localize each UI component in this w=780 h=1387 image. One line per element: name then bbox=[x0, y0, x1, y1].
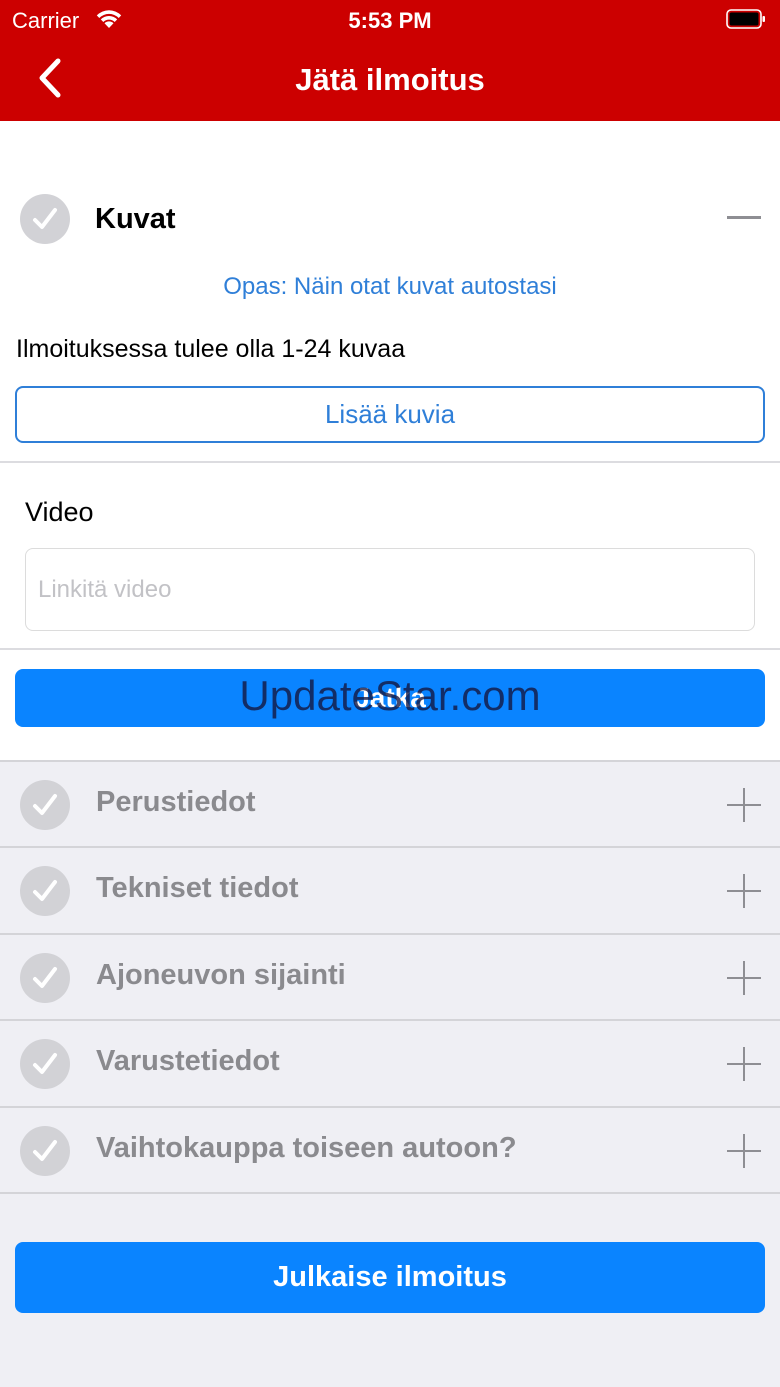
minus-icon[interactable] bbox=[727, 216, 761, 219]
section-row-label: Varustetiedot bbox=[96, 1045, 280, 1077]
divider bbox=[0, 648, 780, 650]
photo-guide-link[interactable]: Opas: Näin otat kuvat autostasi bbox=[0, 273, 780, 301]
section-row-label: Ajoneuvon sijainti bbox=[96, 959, 346, 991]
add-photos-button[interactable]: Lisää kuvia bbox=[15, 386, 765, 443]
video-label: Video bbox=[25, 497, 94, 527]
plus-icon[interactable] bbox=[727, 961, 761, 995]
clock: 5:53 PM bbox=[348, 8, 432, 33]
section-row-label: Perustiedot bbox=[96, 786, 256, 818]
section-row-label: Tekniset tiedot bbox=[96, 872, 299, 904]
divider bbox=[0, 1192, 780, 1194]
video-link-input[interactable] bbox=[25, 548, 755, 631]
divider bbox=[0, 461, 780, 463]
section-row-tekniset-tiedot[interactable]: Tekniset tiedot bbox=[0, 848, 780, 934]
section-row-ajoneuvon-sijainti[interactable]: Ajoneuvon sijainti bbox=[0, 935, 780, 1021]
checkmark-circle-icon bbox=[20, 953, 70, 1003]
status-bar: Carrier 5:53 PM bbox=[0, 0, 780, 40]
photos-section-title: Kuvat bbox=[95, 203, 176, 235]
battery-icon bbox=[726, 9, 765, 29]
publish-button[interactable]: Julkaise ilmoitus bbox=[15, 1242, 765, 1313]
section-row-label: Vaihtokauppa toiseen autoon? bbox=[96, 1132, 517, 1164]
checkmark-circle-icon bbox=[20, 1039, 70, 1089]
plus-icon[interactable] bbox=[727, 1047, 761, 1081]
page-title: Jätä ilmoitus bbox=[295, 62, 485, 97]
continue-button[interactable]: Jatka bbox=[15, 669, 765, 727]
photo-count-hint: Ilmoituksessa tulee olla 1-24 kuvaa bbox=[16, 335, 406, 363]
checkmark-circle-icon bbox=[20, 780, 70, 830]
plus-icon[interactable] bbox=[727, 1134, 761, 1168]
section-row-varustetiedot[interactable]: Varustetiedot bbox=[0, 1021, 780, 1107]
checkmark-circle-icon bbox=[20, 1126, 70, 1176]
plus-icon[interactable] bbox=[727, 874, 761, 908]
plus-icon[interactable] bbox=[727, 788, 761, 822]
checkmark-circle-icon bbox=[20, 866, 70, 916]
navigation-header: Carrier 5:53 PM Jätä ilmoitus bbox=[0, 0, 780, 121]
section-row-perustiedot[interactable]: Perustiedot bbox=[0, 762, 780, 848]
checkmark-circle-icon bbox=[20, 194, 70, 244]
section-row-vaihtokauppa[interactable]: Vaihtokauppa toiseen autoon? bbox=[0, 1108, 780, 1194]
